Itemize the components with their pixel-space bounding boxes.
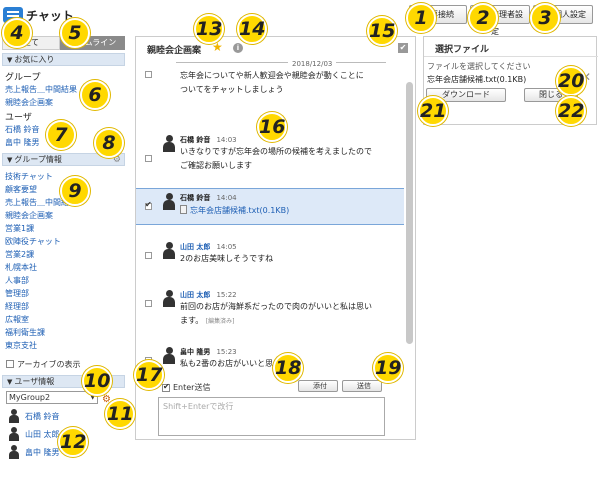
- callout-badge: 3: [530, 3, 560, 33]
- avatar: [162, 193, 176, 211]
- message-item: 山田 太郎 14:05 2のお店美味しそうですね: [136, 240, 404, 274]
- callout-badge: 12: [58, 427, 88, 457]
- avatar: [8, 426, 20, 442]
- message-list: 2018/12/03 忘年会についてや新人歓迎会や親睦会が動くことに ついてをチャ…: [136, 60, 404, 390]
- avatar: [162, 135, 176, 153]
- message-item: 石橋 鈴音 14:03 いきなりですが忘年会の場所の候補を考えましたので ご確認お願…: [136, 135, 404, 185]
- info-icon[interactable]: i: [233, 43, 243, 53]
- callout-badge: 18: [273, 353, 303, 383]
- callout-badge: 2: [468, 3, 498, 33]
- callout-badge: 13: [194, 14, 224, 44]
- collapse-triangle-icon: ▼: [7, 56, 13, 64]
- group-link[interactable]: 管理部: [2, 287, 125, 300]
- message-checkbox[interactable]: [145, 155, 152, 162]
- enter-send-checkbox[interactable]: [162, 382, 170, 392]
- chat-title: 親睦会企画案: [147, 46, 202, 56]
- message-text: ご確認お願いします: [180, 161, 252, 170]
- archive-checkbox[interactable]: [6, 360, 14, 368]
- selected-file-name: 忘年会店舗候補.txt(0.1KB): [427, 75, 527, 84]
- message-text: 前回のお店が海鮮系だったので肉のがいいと私は思い: [180, 302, 372, 311]
- message-item-selected[interactable]: 石橋 鈴音 14:04 忘年会店舗候補.txt(0.1KB): [136, 188, 404, 225]
- callout-badge: 10: [82, 366, 112, 396]
- callout-badge: 9: [60, 176, 90, 206]
- attach-button[interactable]: 添付: [298, 380, 338, 392]
- message-author: 山田 太郎: [180, 291, 211, 299]
- collapse-triangle-icon: ▼: [7, 156, 13, 164]
- group-link[interactable]: 東京支社: [2, 339, 125, 352]
- callout-badge: 22: [556, 96, 586, 126]
- message-checkbox[interactable]: [145, 200, 152, 210]
- group-link[interactable]: 欧陣役チャット: [2, 235, 125, 248]
- callout-badge: 8: [94, 128, 124, 158]
- message-text: 2のお店美味しそうですね: [180, 254, 274, 263]
- group-link[interactable]: 広報室: [2, 313, 125, 326]
- message-author: 石橋 鈴音: [180, 194, 211, 202]
- callout-badge: 14: [237, 14, 267, 44]
- callout-badge: 19: [373, 353, 403, 383]
- scrollbar[interactable]: [406, 82, 413, 344]
- callout-badge: 7: [46, 120, 76, 150]
- message-checkbox[interactable]: [145, 71, 152, 78]
- message-checkbox[interactable]: [145, 300, 152, 307]
- group-link[interactable]: 人事部: [2, 274, 125, 287]
- file-panel-title: 選択ファイル: [435, 45, 490, 55]
- avatar: [8, 408, 20, 424]
- callout-badge: 11: [105, 399, 135, 429]
- group-link[interactable]: 営業2課: [2, 248, 125, 261]
- favorites-group-label: グループ: [5, 73, 41, 83]
- message-item: 畠中 隆男 15:23 私も2番のお店がいいと思います: [136, 345, 404, 379]
- check-icon[interactable]: ✔: [398, 43, 408, 53]
- message-item: 山田 太郎 15:22 前回のお店が海鮮系だったので肉のがいいと私は思い ます。 […: [136, 288, 404, 338]
- message-author: 畠中 隆男: [180, 348, 211, 356]
- message-text: ます。: [180, 316, 204, 325]
- edited-badge: [編集済み]: [205, 318, 235, 325]
- message-time: 14:04: [216, 194, 237, 202]
- app-header: チャット 再接続 管理者設定 個人設定: [0, 0, 600, 36]
- callout-badge: 17: [134, 360, 164, 390]
- message-text: 忘年会についてや新人歓迎会や親睦会が動くことに: [180, 71, 364, 80]
- message-time: 15:22: [216, 291, 237, 299]
- callout-badge: 4: [2, 18, 32, 48]
- avatar: [162, 290, 176, 308]
- callout-badge: 1: [406, 3, 436, 33]
- collapse-triangle-icon: ▼: [7, 378, 13, 386]
- message-text: いきなりですが忘年会の場所の候補を考えましたので: [180, 147, 372, 156]
- message-time: 14:05: [216, 243, 237, 251]
- avatar: [8, 444, 20, 460]
- enter-send-toggle[interactable]: Enter送信: [162, 382, 210, 393]
- composer: Enter送信 添付 送信 Shift+Enterで改行: [136, 380, 415, 440]
- message-item: 忘年会についてや新人歓迎会や親睦会が動くことに ついてをチャットしましょう: [136, 69, 404, 99]
- callout-badge: 5: [60, 18, 90, 48]
- callout-badge: 15: [367, 16, 397, 46]
- date-separator: 2018/12/03: [176, 60, 386, 68]
- callout-badge: 21: [418, 96, 448, 126]
- divider: [424, 56, 598, 57]
- avatar: [162, 242, 176, 260]
- file-link[interactable]: 忘年会店舗候補.txt(0.1KB): [190, 206, 289, 215]
- message-text: ついてをチャットしましょう: [180, 85, 284, 94]
- group-link[interactable]: 親睦会企画案: [2, 209, 125, 222]
- callout-badge: 20: [556, 66, 586, 96]
- group-link[interactable]: 福利衛生課: [2, 326, 125, 339]
- send-button[interactable]: 送信: [342, 380, 382, 392]
- message-author: 山田 太郎: [180, 243, 211, 251]
- group-select[interactable]: MyGroup2 ▼: [6, 391, 98, 404]
- message-checkbox[interactable]: [145, 252, 152, 259]
- group-link[interactable]: 札幌本社: [2, 261, 125, 274]
- avatar: [162, 347, 176, 365]
- message-author: 石橋 鈴音: [180, 136, 211, 144]
- chat-panel: 親睦会企画案 ★ i ✔ 2018/12/03 忘年会についてや新人歓迎会や親睦…: [135, 36, 416, 440]
- message-input[interactable]: Shift+Enterで改行: [158, 397, 385, 436]
- callout-badge: 6: [80, 80, 110, 110]
- file-panel-hint: ファイルを選択してください: [427, 62, 531, 71]
- group-link[interactable]: 経理部: [2, 300, 125, 313]
- group-link[interactable]: 営業1課: [2, 222, 125, 235]
- favorites-header[interactable]: ▼ お気に入り: [2, 53, 125, 66]
- file-icon: [180, 205, 187, 214]
- message-time: 14:03: [216, 136, 237, 144]
- callout-badge: 16: [257, 112, 287, 142]
- message-time: 15:23: [216, 348, 237, 356]
